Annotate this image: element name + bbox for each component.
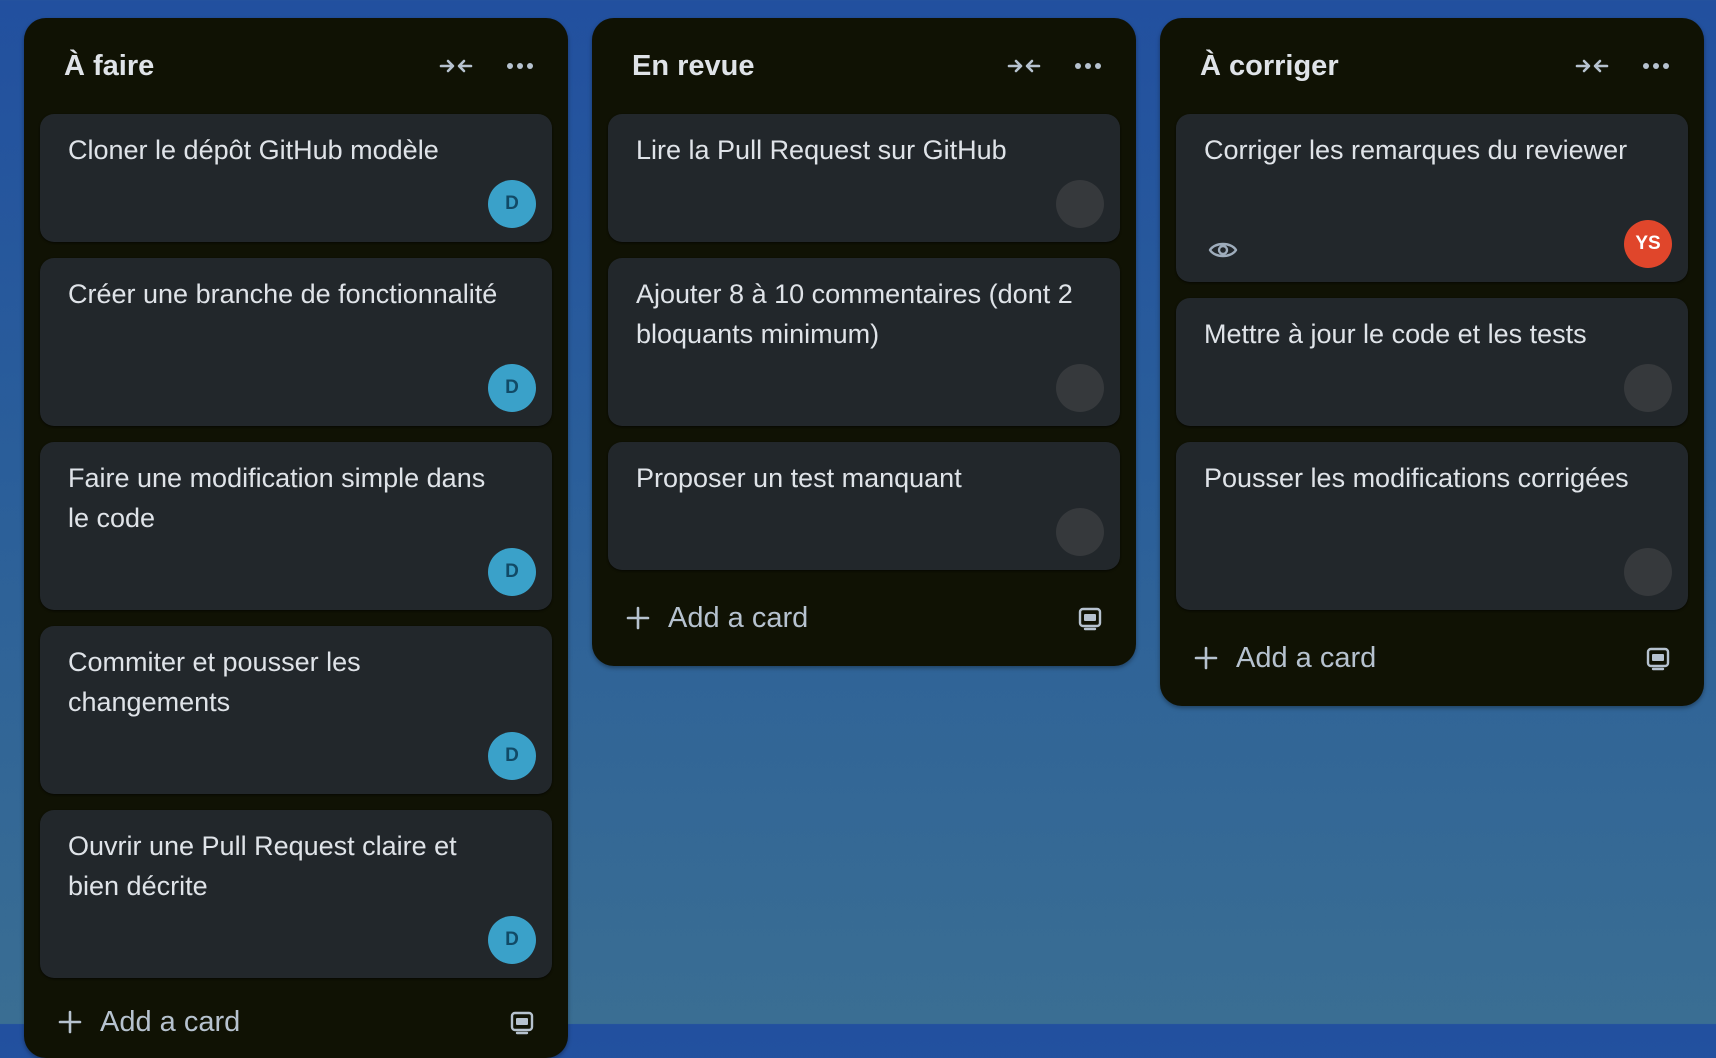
card[interactable]: Corriger les remarques du reviewer YS xyxy=(1176,114,1688,282)
card[interactable]: Créer une branche de fonctionnalité D xyxy=(40,258,552,426)
member-avatar-placeholder[interactable] xyxy=(1624,548,1672,596)
more-icon xyxy=(1643,63,1669,69)
member-avatar-placeholder[interactable] xyxy=(1056,508,1104,556)
member-avatar-placeholder[interactable] xyxy=(1624,364,1672,412)
list-en-revue: En revue Lire la Pull Request sur GitHub… xyxy=(592,18,1136,666)
member-avatar[interactable]: D xyxy=(488,548,536,596)
collapse-arrows-icon xyxy=(1007,59,1041,73)
list-a-faire: À faire Cloner le dépôt GitHub modèle D … xyxy=(24,18,568,1058)
create-from-template-button[interactable] xyxy=(1072,600,1108,636)
card-title: Lire la Pull Request sur GitHub xyxy=(636,135,1007,165)
card[interactable]: Faire une modification simple dans le co… xyxy=(40,442,552,610)
card-title: Pousser les modifications corrigées xyxy=(1204,463,1629,493)
create-from-template-button[interactable] xyxy=(1640,640,1676,676)
card[interactable]: Ajouter 8 à 10 commentaires (dont 2 bloq… xyxy=(608,258,1120,426)
card[interactable]: Commiter et pousser les changements D xyxy=(40,626,552,794)
eye-icon xyxy=(1208,242,1238,258)
collapse-list-button[interactable] xyxy=(1572,48,1612,84)
card-title: Corriger les remarques du reviewer xyxy=(1204,135,1628,165)
card-template-icon xyxy=(1078,607,1102,631)
add-card-button[interactable]: Add a card xyxy=(624,598,808,638)
member-avatar[interactable]: D xyxy=(488,732,536,780)
card-title: Ouvrir une Pull Request claire et bien d… xyxy=(68,831,457,901)
list-actions-button[interactable] xyxy=(500,48,540,84)
collapse-arrows-icon xyxy=(1575,59,1609,73)
card[interactable]: Ouvrir une Pull Request claire et bien d… xyxy=(40,810,552,978)
list-title[interactable]: À corriger xyxy=(1200,48,1339,84)
card-title: Ajouter 8 à 10 commentaires (dont 2 bloq… xyxy=(636,279,1073,349)
member-avatar-placeholder[interactable] xyxy=(1056,180,1104,228)
board: À faire Cloner le dépôt GitHub modèle D … xyxy=(0,0,1716,1058)
card[interactable]: Pousser les modifications corrigées xyxy=(1176,442,1688,610)
list-actions-button[interactable] xyxy=(1636,48,1676,84)
list-header: En revue xyxy=(592,18,1136,114)
card-title: Faire une modification simple dans le co… xyxy=(68,463,486,533)
list-header: À corriger xyxy=(1160,18,1704,114)
card-title: Créer une branche de fonctionnalité xyxy=(68,279,498,309)
collapse-list-button[interactable] xyxy=(1004,48,1044,84)
member-avatar[interactable]: D xyxy=(488,916,536,964)
add-card-row: Add a card xyxy=(1176,630,1688,686)
more-icon xyxy=(507,63,533,69)
member-avatar[interactable]: D xyxy=(488,180,536,228)
card-template-icon xyxy=(1646,647,1670,671)
member-avatar[interactable]: D xyxy=(488,364,536,412)
create-from-template-button[interactable] xyxy=(504,1004,540,1040)
collapse-arrows-icon xyxy=(439,59,473,73)
card[interactable]: Proposer un test manquant xyxy=(608,442,1120,570)
add-card-button[interactable]: Add a card xyxy=(56,1002,240,1042)
add-card-button[interactable]: Add a card xyxy=(1192,638,1376,678)
card-title: Proposer un test manquant xyxy=(636,463,962,493)
card[interactable]: Cloner le dépôt GitHub modèle D xyxy=(40,114,552,242)
more-icon xyxy=(1075,63,1101,69)
list-actions-button[interactable] xyxy=(1068,48,1108,84)
add-card-row: Add a card xyxy=(608,590,1120,646)
card[interactable]: Mettre à jour le code et les tests xyxy=(1176,298,1688,426)
add-card-label: Add a card xyxy=(100,1006,241,1038)
add-card-label: Add a card xyxy=(1236,642,1377,674)
card-template-icon xyxy=(510,1011,534,1035)
card-title: Mettre à jour le code et les tests xyxy=(1204,319,1587,349)
list-a-corriger: À corriger Corriger les remarques du rev… xyxy=(1160,18,1704,706)
list-header: À faire xyxy=(24,18,568,114)
member-avatar[interactable]: YS xyxy=(1624,220,1672,268)
list-title[interactable]: En revue xyxy=(632,48,755,84)
plus-icon xyxy=(1192,644,1220,672)
add-card-label: Add a card xyxy=(668,602,809,634)
collapse-list-button[interactable] xyxy=(436,48,476,84)
card[interactable]: Lire la Pull Request sur GitHub xyxy=(608,114,1120,242)
plus-icon xyxy=(624,604,652,632)
card-title: Cloner le dépôt GitHub modèle xyxy=(68,135,439,165)
add-card-row: Add a card xyxy=(40,994,552,1050)
card-title: Commiter et pousser les changements xyxy=(68,647,361,717)
member-avatar-placeholder[interactable] xyxy=(1056,364,1104,412)
list-title[interactable]: À faire xyxy=(64,48,154,84)
plus-icon xyxy=(56,1008,84,1036)
